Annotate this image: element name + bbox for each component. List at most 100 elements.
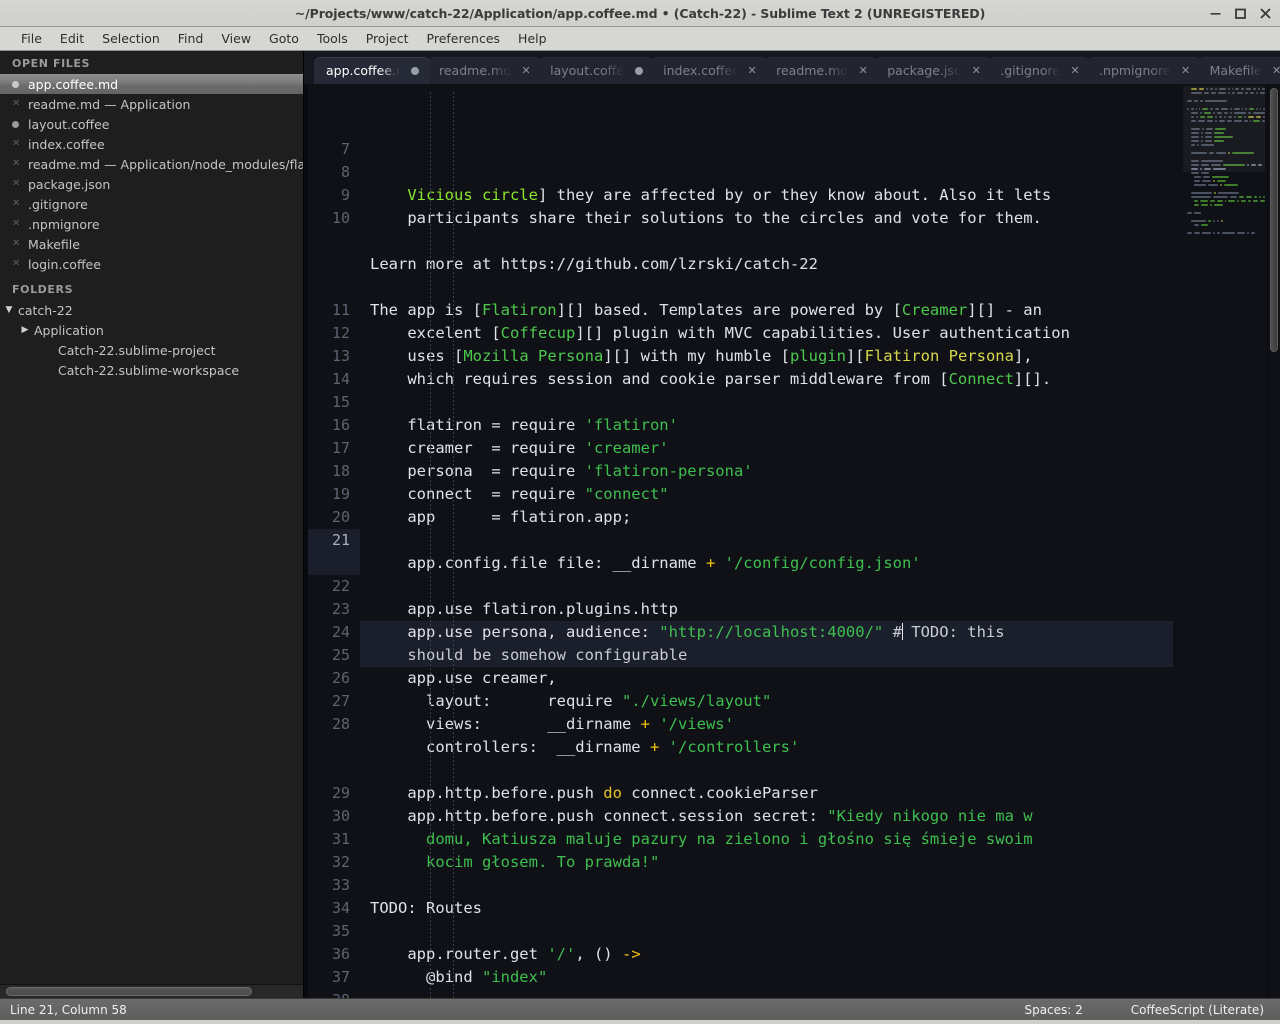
- editor-tab[interactable]: readme.md ✕: [764, 57, 879, 84]
- code-line[interactable]: [360, 230, 1173, 253]
- code-line[interactable]: [360, 989, 1173, 998]
- code-line[interactable]: flatiron = require 'flatiron': [360, 414, 1173, 437]
- close-icon[interactable]: ✕: [1180, 64, 1192, 77]
- editor-tab[interactable]: package.json ✕: [875, 57, 992, 84]
- editor-tab[interactable]: app.coffee.md: [314, 57, 430, 84]
- folder-tree-item[interactable]: Catch-22.sublime-project: [0, 340, 303, 360]
- code-line[interactable]: domu, Katiusza maluje pazury na zielono …: [360, 828, 1173, 851]
- editor-tab[interactable]: layout.coffee: [538, 57, 655, 84]
- code-line[interactable]: views: __dirname + '/views': [360, 713, 1173, 736]
- editor-scrollbar-thumb[interactable]: [1270, 88, 1278, 352]
- code-line[interactable]: should be somehow configurable: [360, 644, 1173, 667]
- code-line[interactable]: connect = require "connect": [360, 483, 1173, 506]
- close-icon[interactable]: ✕: [12, 239, 28, 249]
- close-icon[interactable]: ✕: [746, 64, 758, 77]
- code-text[interactable]: Vicious circle] they are affected by or …: [360, 84, 1181, 998]
- minimize-button[interactable]: [1209, 7, 1222, 20]
- code-line[interactable]: controllers: __dirname + '/controllers': [360, 736, 1173, 759]
- open-file-item[interactable]: ✕ readme.md — Application/node_modules/fl…: [0, 154, 303, 174]
- close-button[interactable]: [1259, 7, 1272, 20]
- close-icon[interactable]: ✕: [1271, 64, 1280, 77]
- editor-tab[interactable]: .gitignore ✕: [988, 57, 1091, 84]
- minimap[interactable]: [1181, 84, 1267, 998]
- indent-setting[interactable]: Spaces: 2: [1024, 1003, 1082, 1017]
- syntax-setting[interactable]: CoffeeScript (Literate): [1131, 1003, 1264, 1017]
- open-file-item[interactable]: ✕ index.coffee: [0, 134, 303, 154]
- code-line[interactable]: app.router.get '/', () ->: [360, 943, 1173, 966]
- menu-item-file[interactable]: File: [12, 29, 51, 48]
- menu-item-edit[interactable]: Edit: [51, 29, 93, 48]
- code-line[interactable]: Vicious circle] they are affected by or …: [360, 184, 1173, 207]
- code-line[interactable]: persona = require 'flatiron-persona': [360, 460, 1173, 483]
- menu-item-tools[interactable]: Tools: [308, 29, 357, 48]
- menu-item-view[interactable]: View: [212, 29, 260, 48]
- sidebar-horizontal-scrollbar[interactable]: [0, 984, 303, 998]
- editor-tab[interactable]: Makefile ✕: [1197, 57, 1280, 84]
- folder-tree-item[interactable]: ▼ catch-22: [0, 300, 303, 320]
- sidebar-scrollbar-thumb[interactable]: [6, 987, 252, 996]
- menu-item-help[interactable]: Help: [509, 29, 556, 48]
- code-line[interactable]: app.use flatiron.plugins.http: [360, 598, 1173, 621]
- close-icon[interactable]: ✕: [1069, 64, 1081, 77]
- code-line[interactable]: [360, 276, 1173, 299]
- open-file-item[interactable]: ✕ readme.md — Application: [0, 94, 303, 114]
- code-line[interactable]: [360, 575, 1173, 598]
- open-file-item[interactable]: app.coffee.md: [0, 74, 303, 94]
- editor-tab[interactable]: index.coffee ✕: [651, 57, 768, 84]
- code-line[interactable]: [360, 874, 1173, 897]
- code-line[interactable]: layout: require "./views/layout": [360, 690, 1173, 713]
- menu-item-goto[interactable]: Goto: [260, 29, 308, 48]
- code-line[interactable]: Learn more at https://github.com/lzrski/…: [360, 253, 1173, 276]
- menu-item-project[interactable]: Project: [357, 29, 418, 48]
- code-line[interactable]: app = flatiron.app;: [360, 506, 1173, 529]
- code-pane[interactable]: 7 8 9 10 11 12 13 14 15 16 17 18 19 20 21 22 23 24 25 26 27 2…: [308, 84, 1181, 998]
- close-icon[interactable]: ✕: [12, 159, 28, 169]
- close-icon[interactable]: ✕: [12, 259, 28, 269]
- folder-tree-item[interactable]: ▶ Application: [0, 320, 303, 340]
- close-icon[interactable]: ✕: [12, 139, 28, 149]
- code-line[interactable]: [360, 391, 1173, 414]
- code-line[interactable]: uses [Mozilla Persona][] with my humble …: [360, 345, 1173, 368]
- code-line[interactable]: excelent [Coffecup][] plugin with MVC ca…: [360, 322, 1173, 345]
- code-line[interactable]: The app is [Flatiron][] based. Templates…: [360, 299, 1173, 322]
- open-file-item[interactable]: ✕ login.coffee: [0, 254, 303, 274]
- close-icon[interactable]: ✕: [12, 219, 28, 229]
- chevron-down-icon[interactable]: ▼: [0, 305, 18, 315]
- close-icon[interactable]: ✕: [12, 99, 28, 109]
- close-icon[interactable]: ✕: [12, 179, 28, 189]
- code-line[interactable]: kocim głosem. To prawda!": [360, 851, 1173, 874]
- code-line[interactable]: @bind "index": [360, 966, 1173, 989]
- code-line[interactable]: [360, 920, 1173, 943]
- open-file-item[interactable]: ✕ .npmignore: [0, 214, 303, 234]
- close-icon[interactable]: ✕: [970, 64, 982, 77]
- folder-tree-item[interactable]: Catch-22.sublime-workspace: [0, 360, 303, 380]
- open-file-item[interactable]: ✕ .gitignore: [0, 194, 303, 214]
- minimap-token: [1263, 108, 1265, 110]
- menu-item-preferences[interactable]: Preferences: [418, 29, 510, 48]
- folder-item-label: Catch-22.sublime-project: [58, 342, 216, 358]
- code-line[interactable]: app.use persona, audience: "http://local…: [360, 621, 1173, 644]
- code-line[interactable]: participants share their solutions to th…: [360, 207, 1173, 230]
- open-file-item[interactable]: ✕ package.json: [0, 174, 303, 194]
- code-line[interactable]: app.use creamer,: [360, 667, 1173, 690]
- chevron-right-icon[interactable]: ▶: [16, 325, 34, 335]
- code-line[interactable]: TODO: Routes: [360, 897, 1173, 920]
- close-icon[interactable]: ✕: [520, 64, 532, 77]
- close-icon[interactable]: ✕: [12, 199, 28, 209]
- open-file-item[interactable]: layout.coffee: [0, 114, 303, 134]
- code-line[interactable]: app.config.file file: __dirname + '/conf…: [360, 552, 1173, 575]
- code-line[interactable]: creamer = require 'creamer': [360, 437, 1173, 460]
- code-line[interactable]: [360, 529, 1173, 552]
- editor-vertical-scrollbar[interactable]: [1267, 84, 1280, 998]
- open-file-item[interactable]: ✕ Makefile: [0, 234, 303, 254]
- editor-tab[interactable]: readme.md ✕: [427, 57, 542, 84]
- code-line[interactable]: [360, 759, 1173, 782]
- editor-tab[interactable]: .npmignore ✕: [1087, 57, 1201, 84]
- menu-item-find[interactable]: Find: [169, 29, 213, 48]
- code-line[interactable]: which requires session and cookie parser…: [360, 368, 1173, 391]
- code-line[interactable]: app.http.before.push do connect.cookiePa…: [360, 782, 1173, 805]
- close-icon[interactable]: ✕: [857, 64, 869, 77]
- menu-item-selection[interactable]: Selection: [93, 29, 169, 48]
- maximize-button[interactable]: [1234, 7, 1247, 20]
- code-line[interactable]: app.http.before.push connect.session sec…: [360, 805, 1173, 828]
